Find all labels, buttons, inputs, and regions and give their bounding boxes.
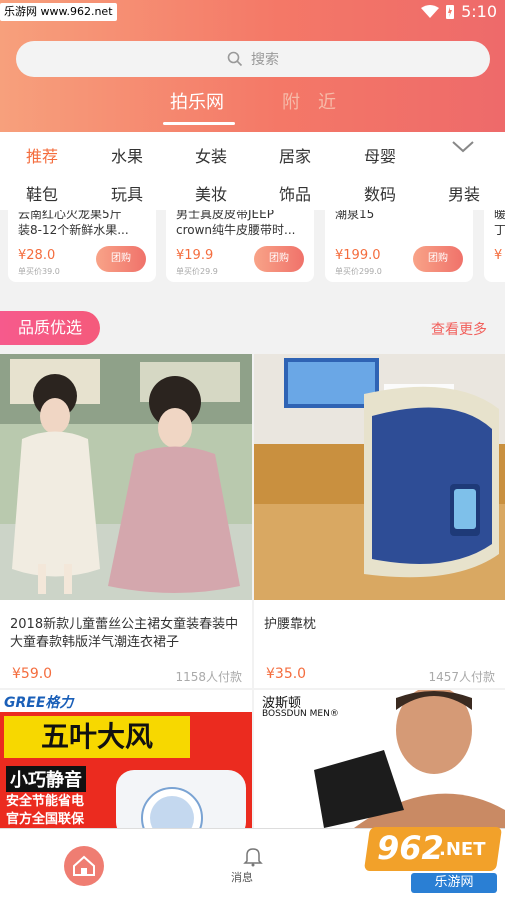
category-nav: 推荐 水果 女装 居家 母婴 鞋包 玩具 美妆 饰品 数码 男装 [0, 132, 505, 210]
category-recommend[interactable]: 推荐 [26, 143, 58, 167]
category-beauty[interactable]: 美妆 [195, 181, 227, 205]
header: 乐游网 www.962.net 5:10 搜索 拍乐网 附 近 [0, 0, 505, 132]
deal-card[interactable]: 潮泉15 ¥199.0 单买价299.0 团购 [325, 210, 473, 282]
nav-messages-button[interactable] [238, 845, 268, 871]
deal-title: 男士真皮皮带JEEP [176, 210, 274, 221]
product-sold-count: 1457人付款 [428, 670, 495, 684]
section-header: 品质优选 查看更多 [0, 310, 505, 346]
deal-card[interactable]: 云南红心火龙果5斤 装8-12个新鲜水果... ¥28.0 单买价39.0 团购 [8, 210, 156, 282]
clock: 5:10 [461, 2, 497, 21]
deal-title-2: 丁 [494, 223, 505, 237]
ad-line-3: 官方全国联保 [6, 812, 85, 827]
deal-title: 暖 [494, 210, 505, 221]
deal-title: 潮泉15 [335, 210, 375, 221]
product-price: ¥35.0 [266, 666, 307, 682]
logo-name: 乐游网 [411, 873, 497, 893]
tab-nearby[interactable]: 附 近 [282, 88, 336, 114]
group-buy-button[interactable]: 团购 [254, 246, 304, 272]
category-bags[interactable]: 鞋包 [26, 181, 58, 205]
ad-line-2: 安全节能省电 [6, 794, 85, 809]
logo-suffix: .NET [439, 839, 486, 860]
product-sold-count: 1158人付款 [175, 670, 242, 684]
battery-icon [446, 4, 455, 19]
category-baby[interactable]: 母婴 [364, 143, 396, 167]
status-bar: 乐游网 www.962.net 5:10 [0, 0, 505, 25]
view-more-link[interactable]: 查看更多 [431, 319, 487, 339]
category-mens[interactable]: 男装 [448, 181, 480, 205]
logo-number: 962 [377, 829, 444, 867]
tab-paile[interactable]: 拍乐网 [170, 88, 224, 114]
section-title: 品质优选 [0, 311, 100, 345]
ad-headline: 五叶大风 [4, 716, 190, 758]
model-image [314, 690, 505, 828]
deal-title: 云南红心火龙果5斤 [18, 210, 122, 221]
product-name: 2018新款儿童蕾丝公主裙女童装春装中大童春款韩版洋气潮连衣裙子 [10, 617, 239, 650]
product-card-bossdun[interactable]: 波斯顿 BOSSDUN MEN® [254, 690, 505, 828]
deal-original-price: 单买价39.0 [18, 267, 60, 276]
deal-price: ¥199.0 [335, 248, 381, 263]
search-icon [227, 51, 243, 67]
wifi-icon [421, 4, 440, 18]
nav-home-button[interactable] [64, 846, 104, 886]
nav-messages-label: 消息 [231, 871, 253, 884]
category-digital[interactable]: 数码 [364, 181, 396, 205]
group-buy-button[interactable]: 团购 [413, 246, 463, 272]
product-card[interactable]: 护腰靠枕 ¥35.0 1457人付款 [254, 354, 505, 688]
deal-original-price: 单买价29.9 [176, 267, 218, 276]
deal-price: ¥28.0 [18, 248, 56, 263]
category-fruit[interactable]: 水果 [111, 143, 143, 167]
search-placeholder: 搜索 [251, 52, 279, 68]
ad-line-1: 小巧静音 [6, 766, 86, 792]
chevron-down-icon[interactable] [451, 140, 475, 154]
product-price: ¥59.0 [12, 666, 53, 682]
deal-price: ¥19.9 [176, 248, 214, 263]
product-image [254, 354, 505, 600]
deal-price: ¥ [494, 248, 503, 263]
status-icons: 5:10 [421, 2, 497, 21]
active-tab-indicator [163, 122, 235, 125]
top-tabs: 拍乐网 附 近 [0, 84, 505, 128]
site-logo-watermark: 962 .NET 乐游网 [363, 825, 503, 897]
group-buy-strip: 云南红心火龙果5斤 装8-12个新鲜水果... ¥28.0 单买价39.0 团购… [0, 210, 505, 290]
product-image [0, 354, 252, 600]
fan-image [116, 770, 246, 828]
bell-icon [243, 848, 263, 867]
product-card-gree[interactable]: GREE格力 五叶大风 小巧静音 安全节能省电 官方全国联保 [0, 690, 252, 828]
home-icon [73, 855, 95, 876]
product-card[interactable]: 2018新款儿童蕾丝公主裙女童装春装中大童春款韩版洋气潮连衣裙子 ¥59.0 1… [0, 354, 252, 688]
group-buy-button[interactable]: 团购 [96, 246, 146, 272]
product-name: 护腰靠枕 [264, 617, 317, 632]
deal-original-price: 单买价299.0 [335, 267, 382, 276]
gree-logo: GREE格力 [4, 695, 74, 711]
category-toys[interactable]: 玩具 [111, 181, 143, 205]
search-input[interactable]: 搜索 [16, 41, 490, 77]
category-accessories[interactable]: 饰品 [279, 181, 311, 205]
deal-card[interactable]: 男士真皮皮带JEEP crown纯牛皮腰带时... ¥19.9 单买价29.9 … [166, 210, 314, 282]
deal-card[interactable]: 暖 丁 ¥ [484, 210, 505, 282]
site-watermark: 乐游网 www.962.net [0, 3, 117, 21]
deal-title-2: crown纯牛皮腰带时... [176, 223, 296, 237]
category-home[interactable]: 居家 [279, 143, 311, 167]
deal-title-2: 装8-12个新鲜水果... [18, 223, 129, 237]
category-womens[interactable]: 女装 [195, 143, 227, 167]
